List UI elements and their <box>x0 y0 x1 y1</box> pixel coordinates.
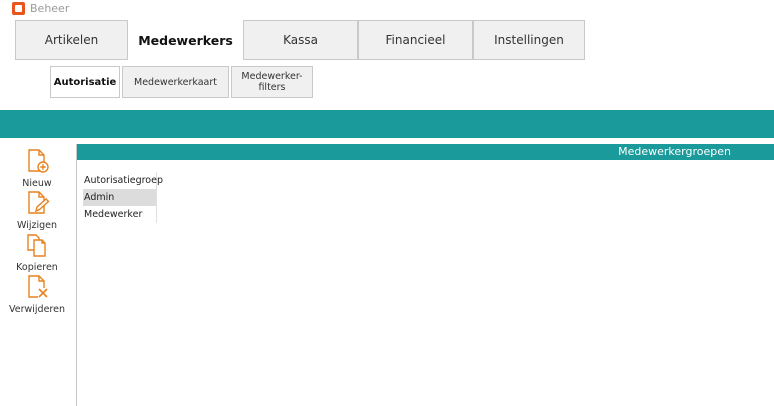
delete-document-icon <box>24 274 50 304</box>
new-document-icon <box>24 148 50 178</box>
tab-medewerkers[interactable]: Medewerkers <box>128 20 243 60</box>
subtab-medewerkerkaart[interactable]: Medewerkerkaart <box>122 66 229 98</box>
authorization-group-list: Autorisatiegroep Admin Medewerker <box>83 172 163 223</box>
accent-bar <box>0 110 774 138</box>
delete-button-label: Verwijderen <box>9 304 65 315</box>
list-item[interactable]: Admin <box>83 189 156 206</box>
window-title: Beheer <box>30 2 70 15</box>
edit-button[interactable]: Wijzigen <box>0 190 74 231</box>
new-button-label: Nieuw <box>22 178 52 189</box>
panel-header: Medewerkergroepen <box>77 144 774 160</box>
list-item[interactable]: Medewerker <box>83 206 156 223</box>
content-panel: Medewerkergroepen Autorisatiegroep Admin… <box>76 144 774 406</box>
title-bar: Beheer <box>0 0 774 18</box>
copy-button-label: Kopieren <box>16 262 58 273</box>
edit-document-icon <box>24 190 50 220</box>
panel-title: Medewerkergroepen <box>618 145 731 158</box>
subtab-autorisatie[interactable]: Autorisatie <box>50 66 120 98</box>
delete-button[interactable]: Verwijderen <box>0 274 74 315</box>
tab-instellingen[interactable]: Instellingen <box>473 20 585 60</box>
app-icon <box>12 2 25 15</box>
tab-kassa[interactable]: Kassa <box>243 20 358 60</box>
new-button[interactable]: Nieuw <box>0 148 74 189</box>
subtab-medewerkerfilters[interactable]: Medewerker- filters <box>231 66 313 98</box>
tab-financieel[interactable]: Financieel <box>358 20 473 60</box>
copy-button[interactable]: Kopieren <box>0 232 74 273</box>
list-column-header[interactable]: Autorisatiegroep <box>83 172 163 189</box>
copy-document-icon <box>24 232 50 262</box>
edit-button-label: Wijzigen <box>17 220 57 231</box>
tab-artikelen[interactable]: Artikelen <box>15 20 128 60</box>
